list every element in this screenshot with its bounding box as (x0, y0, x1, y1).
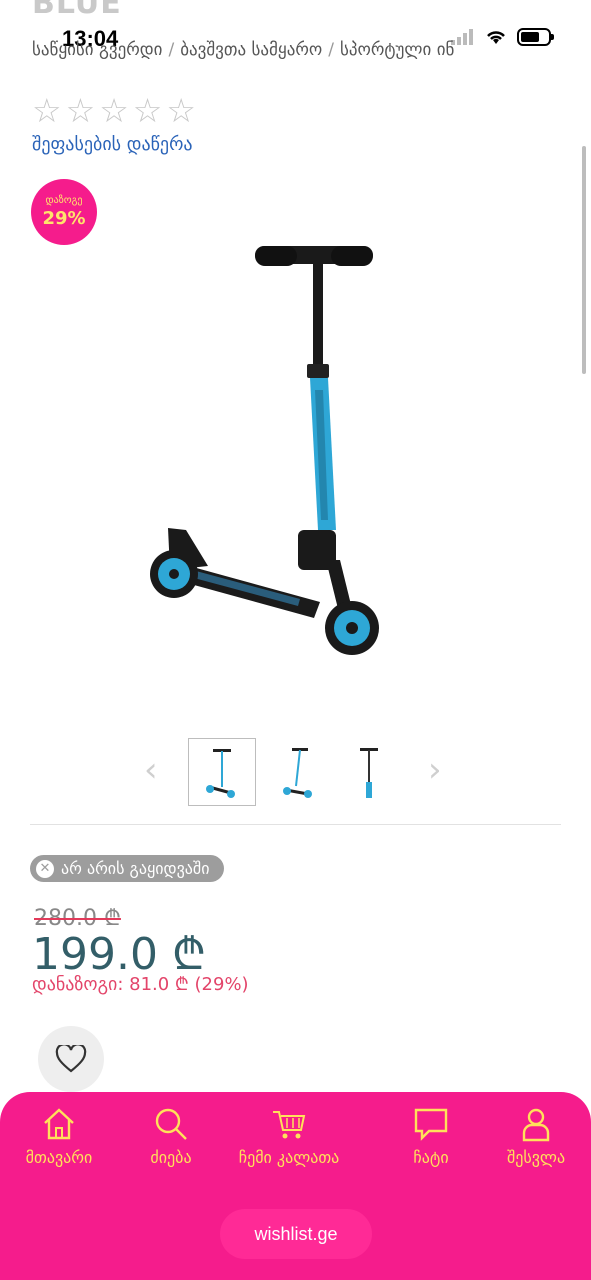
breadcrumb-home[interactable]: საწყისი გვერდი (32, 40, 162, 60)
nav-login[interactable]: შესვლა (481, 1106, 591, 1167)
breadcrumb-kids-world[interactable]: ბავშვთა სამყარო (180, 40, 322, 60)
thumbnail-2[interactable] (266, 738, 334, 806)
nav-home-label: მთავარი (25, 1148, 93, 1167)
nav-search-label: ძიება (150, 1148, 192, 1167)
star-icon: ☆ (65, 91, 96, 130)
heart-icon (55, 1045, 87, 1073)
close-circle-icon: ✕ (36, 859, 54, 878)
chat-icon (414, 1108, 448, 1141)
product-image[interactable] (130, 230, 470, 670)
scooter-side-icon (283, 748, 312, 798)
scooter-front-icon (206, 749, 235, 798)
star-icon: ☆ (99, 91, 129, 130)
page-scrollbar[interactable] (582, 146, 586, 374)
breadcrumb: საწყისი გვერდი / ბავშვთა სამყარო / სპორტული … (32, 40, 455, 60)
thumbnail-3[interactable] (336, 738, 404, 806)
home-icon (44, 1108, 74, 1140)
write-review-link[interactable]: შეფასების დაწერა (32, 134, 193, 155)
nav-search[interactable]: ძიება (116, 1106, 226, 1167)
nav-chat-label: ჩატი (413, 1148, 449, 1167)
thumbnail-1[interactable] (188, 738, 256, 806)
star-icon: ☆ (166, 91, 196, 130)
battery-icon (517, 28, 554, 46)
site-url-pill[interactable]: wishlist.ge (220, 1209, 372, 1259)
divider (30, 824, 561, 825)
discount-badge-percent: 29% (42, 208, 86, 229)
stock-status-badge: ✕ არ არის გაყიდვაში (30, 855, 224, 882)
nav-chat[interactable]: ჩატი (376, 1106, 486, 1167)
breadcrumb-sports[interactable]: სპორტული ინ (340, 40, 454, 60)
carousel-next-icon[interactable]: › (428, 750, 442, 790)
savings-text: დანაზოგი: 81.0 ₾ (29%) (32, 974, 249, 995)
stock-status-text: არ არის გაყიდვაში (61, 859, 210, 878)
nav-cart-label: ჩემი კალათა (238, 1148, 340, 1167)
discount-badge: დაზოგე 29% (31, 179, 97, 245)
nav-home[interactable]: მთავარი (4, 1106, 114, 1167)
scooter-back-icon (360, 748, 378, 798)
star-icon: ☆ (132, 91, 163, 130)
thumbnail-carousel (140, 738, 450, 808)
discount-badge-label: დაზოგე (45, 195, 83, 206)
product-title-peek: BLUE (32, 0, 122, 21)
star-icon: ☆ (32, 91, 62, 130)
nav-login-label: შესვლა (506, 1148, 566, 1167)
nav-cart[interactable]: ჩემი კალათა (234, 1106, 344, 1167)
add-to-wishlist-button[interactable] (38, 1026, 104, 1092)
user-icon (522, 1108, 550, 1142)
cart-icon (273, 1111, 306, 1139)
rating-stars: ☆ ☆ ☆ ☆ ☆ (32, 94, 196, 127)
search-icon (155, 1108, 187, 1140)
